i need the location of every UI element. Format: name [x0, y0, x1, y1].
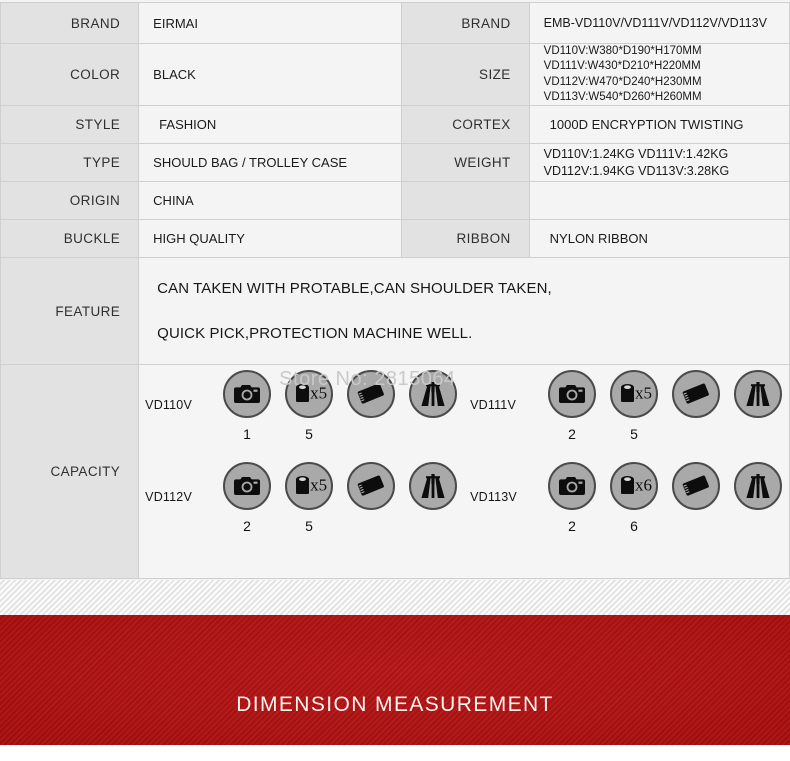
camera-icon	[547, 369, 596, 418]
capacity-multiplier: x6	[634, 475, 652, 495]
capacity-count: 2	[243, 517, 251, 534]
texture-gap-strip	[0, 580, 790, 615]
capacity-item-lens: x5 5	[278, 369, 340, 442]
capacity-count: 5	[630, 425, 638, 442]
spec-label-feature: FEATURE	[0, 257, 140, 365]
tripod-icon	[409, 369, 458, 418]
spec-value-style: FASHION	[138, 105, 402, 144]
spec-label-type: TYPE	[0, 143, 140, 182]
spec-value-ribbon: NYLON RIBBON	[528, 219, 790, 258]
capacity-count: 1	[243, 425, 251, 442]
camera-icon	[547, 461, 596, 510]
capacity-model-label: VD110V	[145, 397, 193, 412]
table-row: STYLE FASHION CORTEX 1000D ENCRYPTION TW…	[0, 105, 790, 144]
capacity-item-camera: 2	[541, 461, 603, 534]
capacity-item-lens: x6 6	[603, 461, 665, 534]
flash-icon	[671, 369, 720, 418]
spec-value-size: VD110V:W380*D190*H170MM VD111V:W430*D210…	[543, 45, 702, 103]
table-row: TYPE SHOULD BAG / TROLLEY CASE WEIGHT VD…	[0, 143, 790, 182]
camera-icon	[223, 461, 272, 510]
spec-label-brand-left: BRAND	[0, 2, 140, 44]
lens-icon: x5	[609, 369, 658, 418]
capacity-item-camera: 2	[541, 369, 603, 442]
capacity-count: 2	[568, 425, 576, 442]
tripod-icon	[733, 461, 782, 510]
capacity-item-camera: 2	[216, 461, 278, 534]
bottom-white-strip	[0, 745, 790, 761]
spec-value-empty	[528, 181, 790, 220]
capacity-count: 5	[305, 425, 313, 442]
capacity-group-vd111v: VD111V 2 x5 5	[464, 366, 789, 442]
capacity-count: 5	[305, 517, 313, 534]
lens-icon: x6	[609, 461, 658, 510]
capacity-row-top: VD110V 1 x5 5 VD111V 2 x5 5	[139, 366, 789, 472]
capacity-group-vd110v: VD110V 1 x5 5	[139, 366, 464, 442]
capacity-item-flash	[340, 369, 402, 442]
camera-icon	[223, 369, 272, 418]
capacity-item-flash	[665, 461, 727, 534]
capacity-model-label: VD113V	[470, 489, 517, 504]
capacity-item-lens: x5 5	[278, 461, 340, 534]
capacity-count: 6	[630, 517, 638, 534]
capacity-item-lens: x5 5	[603, 369, 665, 442]
spec-label-origin: ORIGIN	[0, 181, 140, 220]
capacity-row: CAPACITY Store No: 2815064 VD110V 1 x5 5…	[0, 364, 790, 579]
capacity-group-vd112v: VD112V 2 x5 5	[139, 458, 464, 534]
capacity-item-tripod	[727, 461, 789, 534]
spec-label-capacity: CAPACITY	[0, 364, 140, 579]
spec-label-empty	[400, 181, 530, 220]
feature-line-2: QUICK PICK,PROTECTION MACHINE WELL.	[157, 325, 473, 342]
spec-label-size: SIZE	[400, 43, 530, 106]
table-row: BUCKLE HIGH QUALITY RIBBON NYLON RIBBON	[0, 219, 790, 258]
tripod-icon	[733, 369, 782, 418]
capacity-item-camera: 1	[216, 369, 278, 442]
spec-value-brand-left: EIRMAI	[138, 2, 402, 44]
spec-label-cortex: CORTEX	[400, 105, 530, 144]
capacity-count: 2	[568, 517, 576, 534]
table-row: ORIGIN CHINA	[0, 181, 790, 220]
spec-value-brand-right: EMB-VD110V/VD111V/VD112V/VD113V	[528, 2, 790, 44]
capacity-row-bottom: VD112V 2 x5 5 VD113V 2 x6 6	[139, 458, 789, 564]
feature-line-1: CAN TAKEN WITH PROTABLE,CAN SHOULDER TAK…	[157, 280, 552, 297]
capacity-item-tripod	[402, 369, 464, 442]
spec-value-type: SHOULD BAG / TROLLEY CASE	[138, 143, 402, 182]
lens-icon: x5	[285, 369, 334, 418]
dimension-measurement-banner: DIMENSION MEASUREMENT	[0, 615, 790, 745]
capacity-group-vd113v: VD113V 2 x6 6	[464, 458, 789, 534]
spec-value-weight: VD110V:1.24KG VD111V:1.42KG VD112V:1.94K…	[543, 147, 730, 178]
capacity-content: Store No: 2815064 VD110V 1 x5 5 VD111V 2…	[138, 364, 790, 579]
flash-icon	[347, 461, 396, 510]
feature-row: FEATURE CAN TAKEN WITH PROTABLE,CAN SHOU…	[0, 257, 790, 365]
spec-value-origin: CHINA	[138, 181, 402, 220]
spec-value-buckle: HIGH QUALITY	[138, 219, 402, 258]
specification-table: BRAND EIRMAI BRAND EMB-VD110V/VD111V/VD1…	[0, 2, 790, 579]
spec-label-style: STYLE	[0, 105, 140, 144]
capacity-item-tripod	[402, 461, 464, 534]
spec-value-cortex: 1000D ENCRYPTION TWISTING	[528, 105, 790, 144]
tripod-icon	[409, 461, 458, 510]
capacity-model-label: VD112V	[145, 489, 193, 504]
spec-label-weight: WEIGHT	[400, 143, 530, 182]
spec-label-color: COLOR	[0, 43, 140, 106]
banner-title: DIMENSION MEASUREMENT	[236, 693, 554, 716]
capacity-multiplier: x5	[634, 383, 652, 403]
spec-label-buckle: BUCKLE	[0, 219, 140, 258]
capacity-multiplier: x5	[310, 475, 328, 495]
capacity-multiplier: x5	[310, 383, 328, 403]
flash-icon	[671, 461, 720, 510]
capacity-item-flash	[665, 369, 727, 442]
spec-label-brand-right: BRAND	[400, 2, 530, 44]
table-row: BRAND EIRMAI BRAND EMB-VD110V/VD111V/VD1…	[0, 2, 790, 44]
spec-label-ribbon: RIBBON	[400, 219, 530, 258]
table-row: COLOR BLACK SIZE VD110V:W380*D190*H170MM…	[0, 43, 790, 106]
flash-icon	[347, 369, 396, 418]
lens-icon: x5	[285, 461, 334, 510]
capacity-item-flash	[340, 461, 402, 534]
capacity-model-label: VD111V	[470, 397, 516, 412]
spec-rows: BRAND EIRMAI BRAND EMB-VD110V/VD111V/VD1…	[0, 2, 790, 579]
specification-table-section: BRAND EIRMAI BRAND EMB-VD110V/VD111V/VD1…	[0, 0, 790, 580]
spec-value-feature: CAN TAKEN WITH PROTABLE,CAN SHOULDER TAK…	[138, 257, 790, 365]
spec-value-color: BLACK	[138, 43, 402, 106]
capacity-item-tripod	[727, 369, 789, 442]
